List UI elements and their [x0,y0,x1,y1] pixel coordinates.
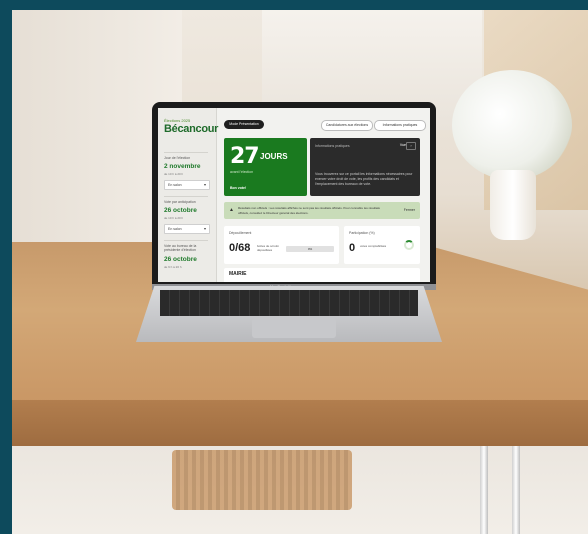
counting-count: 0/68 [229,242,251,254]
countdown-number: 27 [230,144,260,169]
sidebar-label: Vote au bureau de la présidente d'électi… [164,244,197,252]
counting-card: Dépouillement 0/68 boîtes de scrutin dép… [224,226,339,264]
divider [164,196,208,197]
sidebar-label: Vote par anticipation [164,200,196,204]
info-card: Informations pratiques Vue › Vous trouve… [310,138,420,196]
flower-bouquet [452,70,572,180]
location-select[interactable]: En salon [164,224,210,234]
alert-banner: ▲ Résultats non officiels : Les résultat… [224,202,420,219]
logo[interactable]: Bécancour [164,123,218,135]
alert-text: Résultats non officiels : Les résultats … [238,206,380,215]
alert-close-button[interactable]: Fermer [404,208,415,212]
divider [164,152,208,153]
section-title: MAIRIE [229,271,247,277]
countdown-card: 27 JOURS avant l'élection Bon vote! [224,138,307,196]
progress-text: 0% [307,247,313,251]
table-edge [12,400,588,446]
participation-title: Participation (%) [349,231,375,235]
vase [490,170,536,240]
laptop-trackpad [252,318,336,338]
divider [164,240,208,241]
sidebar-date: 26 octobre [164,256,197,263]
info-title: Informations pratiques [315,144,350,148]
table-leg [480,446,488,534]
sidebar: Élections 2025 Bécancour Jour de l'élect… [158,108,218,282]
sidebar-sub: de 9 h à 20 h [164,265,182,269]
wooden-stool [172,450,352,510]
info-text: Vous trouverez sur ce portail les inform… [315,172,413,186]
participation-card: Participation (%) 0 votes comptabilisés [344,226,420,264]
warning-icon: ▲ [229,207,234,213]
photo-frame: Élections 2025 Bécancour Jour de l'élect… [0,0,588,534]
counting-progress-bar: 0% [286,246,334,252]
participation-ring [404,240,414,250]
location-select[interactable]: En salon [164,180,210,190]
sidebar-label: Jour de l'élection [164,156,191,160]
counting-title: Dépouillement [229,231,252,235]
sidebar-date: 26 octobre [164,207,197,214]
counting-label: boîtes de scrutin dépouillées [257,244,280,252]
participation-value: 0 [349,242,356,254]
countdown-message: Bon vote! [230,186,247,190]
presentation-mode-button[interactable]: Mode Présentation [224,120,264,129]
countdown-subtitle: avant l'élection [230,170,254,174]
practical-info-button[interactable]: Informations pratiques [374,120,426,131]
laptop-screen: Élections 2025 Bécancour Jour de l'élect… [158,108,430,282]
participation-label: votes comptabilisés [360,244,387,248]
sidebar-date: 2 novembre [164,163,201,170]
laptop-keyboard [160,290,418,316]
expand-icon[interactable]: › [406,142,416,150]
countdown-unit: JOURS [260,152,288,161]
sidebar-sub: de 10 h à 20 h [164,172,184,176]
candidates-button[interactable]: Candidatures aux élections [321,120,373,131]
table-leg [512,446,520,534]
mairie-section: MAIRIE [224,268,420,282]
sidebar-sub: de 10 h à 20 h [164,216,184,220]
